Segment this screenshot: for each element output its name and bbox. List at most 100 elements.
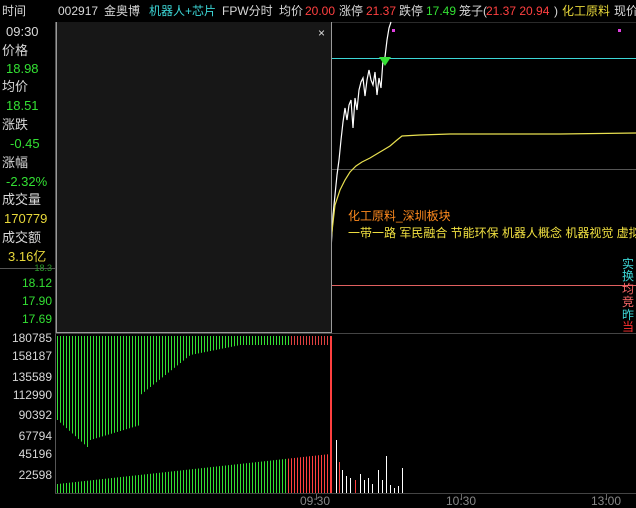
volume-bar bbox=[225, 465, 226, 493]
auction-volume-bar bbox=[135, 336, 136, 427]
volume-bar bbox=[342, 470, 343, 493]
auction-volume-bar bbox=[255, 336, 256, 345]
volume-bar bbox=[81, 481, 82, 493]
volume-bar bbox=[87, 480, 88, 493]
volume-bar bbox=[291, 458, 292, 493]
volume-bar bbox=[204, 467, 205, 493]
info-change-label: 涨跌 bbox=[2, 117, 29, 132]
volume-bar bbox=[386, 456, 387, 493]
close-icon[interactable]: × bbox=[318, 26, 325, 40]
volume-bar bbox=[186, 469, 187, 493]
auction-volume-bar bbox=[204, 336, 205, 353]
auction-volume-bar bbox=[318, 336, 319, 345]
auction-volume-bar bbox=[213, 336, 214, 351]
volume-bar bbox=[240, 463, 241, 493]
auction-volume-bar bbox=[264, 336, 265, 345]
volume-bar bbox=[303, 456, 304, 493]
volume-bar bbox=[339, 462, 340, 493]
volume-bar bbox=[63, 483, 64, 493]
auction-volume-bar bbox=[201, 336, 202, 353]
volume-bar bbox=[398, 486, 399, 493]
volume-bar bbox=[237, 464, 238, 493]
volume-bar bbox=[183, 470, 184, 493]
volume-bar bbox=[69, 482, 70, 493]
auction-volume-bar bbox=[228, 336, 229, 348]
volume-bar bbox=[75, 482, 76, 493]
volume-bar bbox=[120, 477, 121, 493]
auction-volume-bar bbox=[237, 336, 238, 346]
auction-volume-bar bbox=[153, 336, 154, 385]
volume-bar bbox=[294, 457, 295, 493]
volume-bar bbox=[390, 485, 391, 493]
volume-bar bbox=[78, 481, 79, 493]
volume-bar bbox=[198, 468, 199, 493]
volume-bar bbox=[336, 440, 337, 493]
info-avg-label: 均价 bbox=[2, 79, 29, 94]
volume-bar bbox=[402, 468, 403, 493]
auction-volume-bar bbox=[81, 336, 82, 442]
auction-volume-bar bbox=[90, 336, 91, 440]
auction-volume-bar bbox=[198, 336, 199, 354]
volume-bar bbox=[213, 466, 214, 493]
auction-volume-bar bbox=[246, 336, 247, 345]
volume-bar bbox=[60, 483, 61, 493]
auction-volume-bar bbox=[276, 336, 277, 345]
volume-bar bbox=[162, 472, 163, 493]
auction-volume-bar bbox=[324, 336, 325, 345]
limit-marker-icon bbox=[379, 57, 391, 66]
price-axis-label: 17.90 bbox=[21, 294, 52, 308]
volume-bar bbox=[174, 471, 175, 493]
volume-bar bbox=[117, 477, 118, 493]
auction-volume-bar bbox=[261, 336, 262, 345]
auction-volume-bar bbox=[165, 336, 166, 375]
auction-volume-bar bbox=[219, 336, 220, 350]
auction-volume-bar bbox=[126, 336, 127, 430]
volume-bar bbox=[282, 459, 283, 493]
price-axis-label: 18.12 bbox=[21, 276, 52, 290]
info-price-label: 价格 bbox=[2, 43, 29, 58]
auction-volume-bar bbox=[66, 336, 67, 429]
volume-bar bbox=[273, 460, 274, 493]
volume-bar bbox=[279, 459, 280, 493]
auction-volume-bar bbox=[141, 336, 142, 395]
volume-bar bbox=[153, 473, 154, 493]
auction-volume-bar bbox=[216, 336, 217, 350]
auction-volume-bar bbox=[138, 336, 139, 426]
volume-bar bbox=[330, 336, 332, 493]
auction-volume-bar bbox=[111, 336, 112, 434]
volume-bar bbox=[129, 476, 130, 493]
auction-volume-bar bbox=[60, 336, 61, 423]
volume-bar bbox=[249, 462, 250, 493]
info-pct: -2.32% bbox=[6, 174, 48, 189]
sector-block-name[interactable]: 化工原料_深圳板块 bbox=[348, 207, 451, 224]
auction-volume-bar bbox=[222, 336, 223, 349]
volume-bar bbox=[66, 483, 67, 493]
volume-bar bbox=[165, 472, 166, 493]
auction-volume-bar bbox=[108, 336, 109, 435]
auction-volume-bar bbox=[294, 336, 295, 345]
auction-volume-bar bbox=[207, 336, 208, 352]
auction-volume-bar bbox=[249, 336, 250, 345]
auction-volume-bar bbox=[192, 336, 193, 355]
volume-bar bbox=[228, 465, 229, 493]
volume-bar bbox=[210, 467, 211, 493]
volume-bar bbox=[144, 474, 145, 493]
volume-bar bbox=[270, 460, 271, 493]
auction-volume-bar bbox=[150, 336, 151, 387]
auction-volume-bar bbox=[183, 336, 184, 361]
info-volume: 170779 bbox=[4, 211, 48, 226]
auction-volume-bar bbox=[300, 336, 301, 345]
auction-volume-bar bbox=[180, 336, 181, 363]
volume-bar bbox=[84, 481, 85, 493]
volume-bar bbox=[261, 461, 262, 493]
volume-bar bbox=[264, 461, 265, 493]
volume-axis-label: 90392 bbox=[18, 408, 52, 422]
auction-volume-bar bbox=[105, 336, 106, 436]
volume-bar bbox=[297, 457, 298, 493]
right-side-label: 当 bbox=[622, 320, 635, 334]
concept-tags[interactable]: 一带一路 军民融合 节能环保 机器人概念 机器视觉 虚拟 bbox=[348, 224, 636, 241]
time-axis-label: 10:30 bbox=[446, 494, 477, 508]
volume-bar bbox=[177, 470, 178, 493]
volume-bar bbox=[360, 474, 361, 493]
volume-bar bbox=[114, 477, 115, 493]
